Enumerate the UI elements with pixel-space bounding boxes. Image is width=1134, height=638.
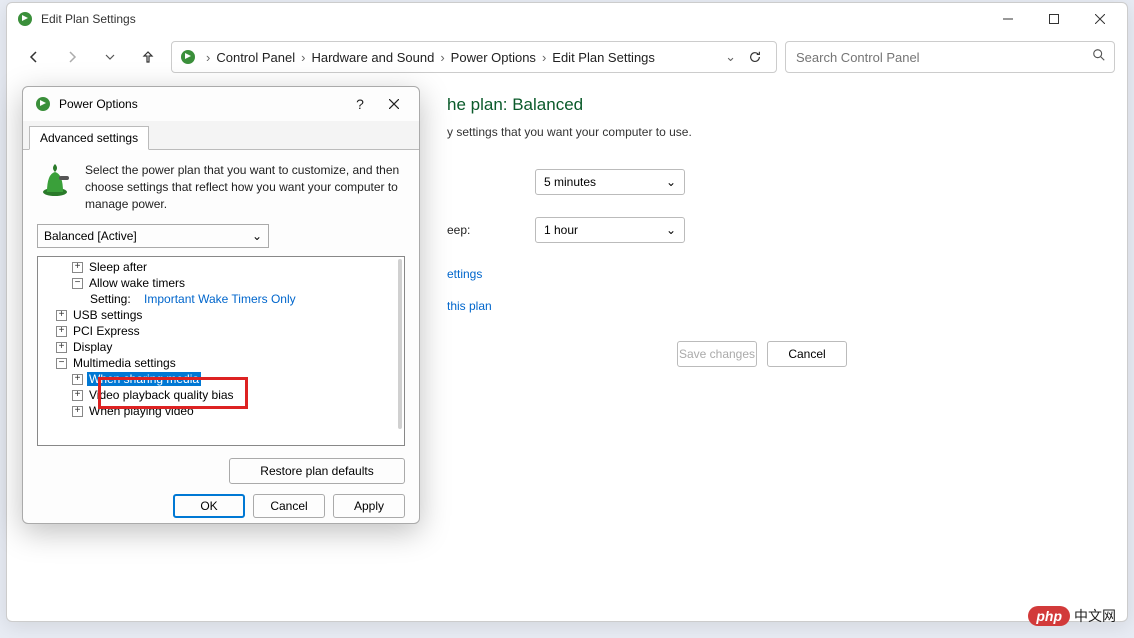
collapse-icon[interactable]: − [72,278,83,289]
address-dropdown[interactable]: ⌄ [725,49,736,65]
ok-button[interactable]: OK [173,494,245,518]
tree-wake-setting[interactable]: Setting: Important Wake Timers Only [38,291,404,307]
dialog-close-button[interactable] [377,89,411,119]
restore-defaults-button[interactable]: Restore plan defaults [229,458,405,484]
tree-multimedia[interactable]: −Multimedia settings [38,355,404,371]
watermark-brand: php [1028,606,1070,626]
chevron-down-icon: ⌄ [666,175,676,189]
tree-display[interactable]: +Display [38,339,404,355]
power-options-icon [17,11,33,27]
cancel-button[interactable]: Cancel [253,494,325,518]
display-timeout-select[interactable]: 5 minutes ⌄ [535,169,685,195]
tree-usb-settings[interactable]: +USB settings [38,307,404,323]
expand-icon[interactable]: + [72,374,83,385]
tree-when-playing-video[interactable]: +When playing video [38,403,404,419]
power-options-icon [180,49,196,65]
expand-icon[interactable]: + [72,406,83,417]
plan-dropdown[interactable]: Balanced [Active] ⌄ [37,224,269,248]
expand-icon[interactable]: + [72,390,83,401]
settings-tree[interactable]: +Sleep after −Allow wake timers Setting:… [37,256,405,446]
breadcrumb-edit-plan[interactable]: Edit Plan Settings [552,50,655,65]
expand-icon[interactable]: + [56,342,67,353]
apply-button[interactable]: Apply [333,494,405,518]
dialog-body: Select the power plan that you want to c… [23,150,419,494]
tree-sleep-after[interactable]: +Sleep after [38,259,404,275]
tab-strip: Advanced settings [23,121,419,150]
advanced-settings-link[interactable]: ettings [447,267,482,281]
help-button[interactable]: ? [343,89,377,119]
chevron-right-icon[interactable]: › [438,50,446,65]
tree-allow-wake-timers[interactable]: −Allow wake timers [38,275,404,291]
tree-when-sharing-media[interactable]: +When sharing media [38,371,404,387]
chevron-right-icon[interactable]: › [540,50,548,65]
search-input[interactable] [794,49,1092,66]
power-options-dialog: Power Options ? Advanced settings Select… [22,86,420,524]
dialog-titlebar: Power Options ? [23,87,419,121]
sleep-label: eep: [447,223,517,237]
up-button[interactable] [133,42,163,72]
page-subtitle: y settings that you want your computer t… [447,125,1107,139]
wake-timer-value[interactable]: Important Wake Timers Only [144,292,296,306]
collapse-icon[interactable]: − [56,358,67,369]
nav-row: › Control Panel › Hardware and Sound › P… [7,35,1127,79]
chevron-right-icon[interactable]: › [204,50,212,65]
dialog-description: Select the power plan that you want to c… [85,162,405,212]
scrollbar[interactable] [398,259,402,429]
chevron-right-icon[interactable]: › [299,50,307,65]
history-dropdown[interactable] [95,42,125,72]
titlebar: Edit Plan Settings [7,3,1127,35]
power-plan-icon [37,162,73,198]
watermark-text: 中文网 [1074,606,1116,626]
maximize-button[interactable] [1031,3,1077,35]
display-row: 5 minutes ⌄ [447,169,1107,195]
search-icon[interactable] [1092,48,1106,67]
breadcrumb-power-options[interactable]: Power Options [451,50,536,65]
search-bar[interactable] [785,41,1115,73]
chevron-down-icon: ⌄ [252,229,262,243]
refresh-button[interactable] [740,42,770,72]
tree-pci-express[interactable]: +PCI Express [38,323,404,339]
forward-button[interactable] [57,42,87,72]
restore-plan-link[interactable]: this plan [447,299,492,313]
tree-video-quality-bias[interactable]: +Video playback quality bias [38,387,404,403]
expand-icon[interactable]: + [56,310,67,321]
tab-advanced-settings[interactable]: Advanced settings [29,126,149,150]
breadcrumb-hardware-sound[interactable]: Hardware and Sound [311,50,434,65]
dialog-title: Power Options [59,97,343,111]
close-button[interactable] [1077,3,1123,35]
page-title: he plan: Balanced [447,95,1107,115]
watermark: php 中文网 [1028,606,1116,626]
sleep-row: eep: 1 hour ⌄ [447,217,1107,243]
address-bar[interactable]: › Control Panel › Hardware and Sound › P… [171,41,777,73]
back-button[interactable] [19,42,49,72]
cancel-button[interactable]: Cancel [767,341,847,367]
window-title: Edit Plan Settings [41,12,985,26]
sleep-timeout-select[interactable]: 1 hour ⌄ [535,217,685,243]
minimize-button[interactable] [985,3,1031,35]
chevron-down-icon: ⌄ [666,223,676,237]
expand-icon[interactable]: + [56,326,67,337]
expand-icon[interactable]: + [72,262,83,273]
save-changes-button[interactable]: Save changes [677,341,757,367]
breadcrumb-control-panel[interactable]: Control Panel [216,50,295,65]
power-options-icon [35,96,51,112]
